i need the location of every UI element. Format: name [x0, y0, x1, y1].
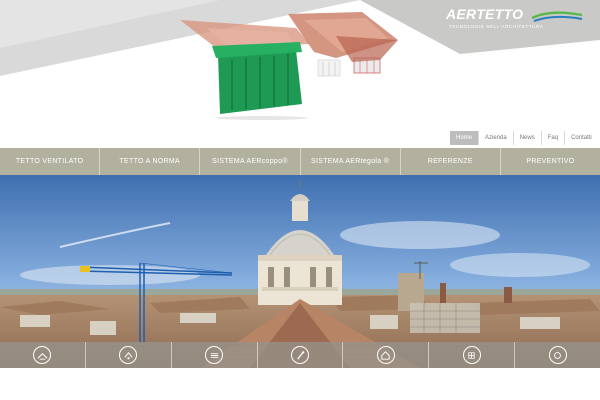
product-image: [180, 12, 398, 120]
feature-circle-arrow[interactable]: [515, 342, 600, 368]
main-navigation: TETTO VENTILATO TETTO A NORMA SISTEMA AE…: [0, 148, 600, 175]
feature-icon-bar: [0, 342, 600, 368]
logo-text: AERTETTO: [446, 6, 524, 22]
feature-tile-fixing[interactable]: [86, 342, 172, 368]
top-links: Home Azienda News Faq Contatti: [450, 131, 598, 145]
feature-roof-ventilation[interactable]: [0, 342, 86, 368]
nav-sistema-aercoppo[interactable]: SISTEMA AERcoppo®: [200, 148, 301, 175]
roof-layers-icon: [205, 346, 224, 364]
brand-logo[interactable]: AERTETTO TECNOLOGIE NELL'ARCHITETTURA: [446, 6, 586, 38]
toplink-contatti[interactable]: Contatti: [564, 131, 598, 145]
hero-panorama: [0, 175, 600, 368]
footer-space: [0, 368, 600, 400]
house-icon: [376, 346, 395, 364]
toplink-azienda[interactable]: Azienda: [478, 131, 513, 145]
nav-tetto-a-norma[interactable]: TETTO A NORMA: [100, 148, 201, 175]
grid-icon: [462, 346, 481, 364]
tool-icon: [291, 346, 309, 364]
feature-grid[interactable]: [429, 342, 516, 368]
toplink-news[interactable]: News: [512, 131, 541, 145]
toplink-home[interactable]: Home: [450, 131, 479, 145]
panorama-image: [0, 175, 600, 368]
roof-ventilation-icon: [33, 346, 52, 364]
feature-house[interactable]: [343, 342, 430, 368]
logo-tagline: TECNOLOGIE NELL'ARCHITETTURA: [449, 24, 544, 29]
nav-referenze[interactable]: REFERENZE: [401, 148, 501, 175]
feature-roof-layers[interactable]: [172, 342, 258, 368]
circle-arrow-icon: [548, 346, 567, 364]
nav-tetto-ventilato[interactable]: TETTO VENTILATO: [0, 148, 101, 175]
logo-swoosh-icon: [531, 11, 583, 22]
nav-preventivo[interactable]: PREVENTIVO: [501, 148, 600, 175]
nav-sistema-aertegola[interactable]: SISTEMA AERtegola ®: [301, 148, 401, 175]
feature-tool[interactable]: [258, 342, 344, 368]
toplink-faq[interactable]: Faq: [540, 131, 564, 145]
header: AERTETTO TECNOLOGIE NELL'ARCHITETTURA Ho…: [0, 0, 600, 148]
tile-fixing-icon: [119, 346, 138, 364]
